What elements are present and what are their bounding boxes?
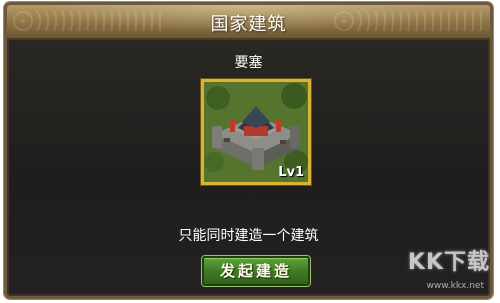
watermark-logo: KK下载 xyxy=(407,250,490,275)
start-construction-button[interactable]: 发起建造 xyxy=(202,256,310,286)
watermark-url: www.kkx.net xyxy=(426,281,485,291)
build-limit-notice: 只能同时建造一个建筑 xyxy=(178,228,319,244)
dialog-title: 国家建筑 xyxy=(210,14,287,35)
building-portrait[interactable]: Lv1 xyxy=(201,79,311,185)
building-level: Lv1 xyxy=(278,165,304,180)
building-name: 要塞 xyxy=(234,55,263,71)
title-bar: 国家建筑 xyxy=(7,5,490,40)
